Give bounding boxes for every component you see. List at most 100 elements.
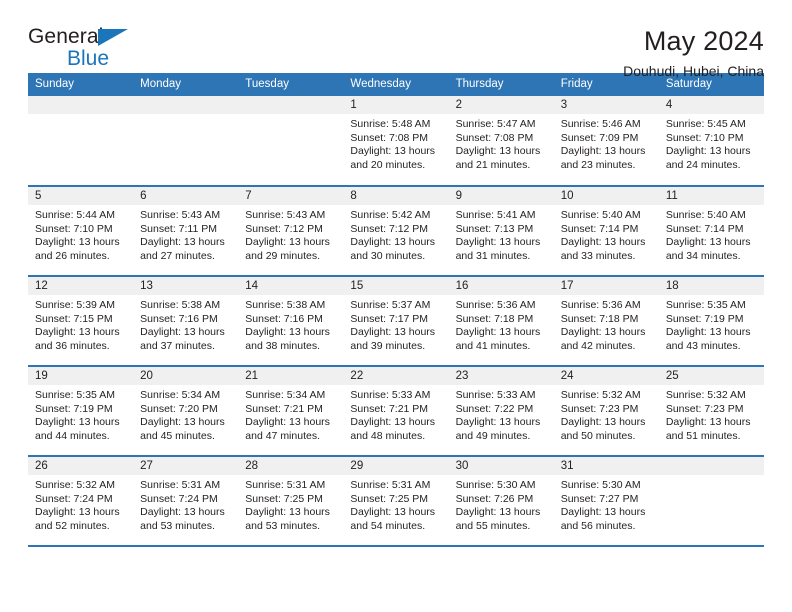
day-number: 20 xyxy=(133,367,239,385)
day-cell-inner: 6 Sunrise: 5:43 AM Sunset: 7:11 PM Daylight… xyxy=(133,187,239,275)
day-details: Sunrise: 5:39 AM Sunset: 7:15 PM Daylight:… xyxy=(28,295,134,365)
sunrise-time: Sunrise: 5:44 AM xyxy=(35,209,115,221)
calendar-day-cell[interactable]: 30 Sunrise: 5:30 AM Sunset: 7:26 PM Dayligh… xyxy=(448,456,554,547)
calendar-cell-empty xyxy=(238,96,344,187)
calendar-day-cell[interactable]: 7 Sunrise: 5:43 AM Sunset: 7:12 PM Daylight… xyxy=(238,186,344,277)
calendar-body: 1 Sunrise: 5:48 AM Sunset: 7:08 PM Daylight… xyxy=(28,96,764,547)
day-number: 2 xyxy=(448,96,554,114)
calendar-day-cell[interactable]: 25 Sunrise: 5:32 AM Sunset: 7:23 PM Dayligh… xyxy=(658,366,764,457)
calendar-day-cell[interactable]: 17 Sunrise: 5:36 AM Sunset: 7:18 PM Dayligh… xyxy=(553,276,659,367)
calendar-day-cell[interactable]: 5 Sunrise: 5:44 AM Sunset: 7:10 PM Daylight… xyxy=(28,186,134,277)
day-number: 1 xyxy=(343,96,449,114)
calendar-day-cell[interactable]: 15 Sunrise: 5:37 AM Sunset: 7:17 PM Dayligh… xyxy=(343,276,449,367)
calendar-day-cell[interactable]: 3 Sunrise: 5:46 AM Sunset: 7:09 PM Daylight… xyxy=(553,96,659,187)
calendar-day-cell[interactable]: 12 Sunrise: 5:39 AM Sunset: 7:15 PM Dayligh… xyxy=(28,276,134,367)
daylight-duration-line-1: Daylight: 13 hours xyxy=(455,145,541,158)
calendar-day-cell[interactable]: 14 Sunrise: 5:38 AM Sunset: 7:16 PM Dayligh… xyxy=(238,276,344,367)
calendar-day-cell[interactable]: 11 Sunrise: 5:40 AM Sunset: 7:14 PM Dayligh… xyxy=(658,186,764,277)
day-details xyxy=(133,114,239,184)
calendar-day-cell[interactable]: 6 Sunrise: 5:43 AM Sunset: 7:11 PM Daylight… xyxy=(133,186,239,277)
day-details: Sunrise: 5:48 AM Sunset: 7:08 PM Daylight:… xyxy=(343,114,449,184)
daylight-duration-line-2: and 26 minutes. xyxy=(35,249,110,262)
day-header-wednesday: Wednesday xyxy=(343,73,449,96)
day-cell-inner: 26 Sunrise: 5:32 AM Sunset: 7:24 PM Dayligh… xyxy=(28,457,134,545)
calendar-day-cell[interactable]: 16 Sunrise: 5:36 AM Sunset: 7:18 PM Dayligh… xyxy=(448,276,554,367)
day-number: 10 xyxy=(553,187,659,205)
day-cell-inner: 31 Sunrise: 5:30 AM Sunset: 7:27 PM Dayligh… xyxy=(553,457,659,545)
calendar-day-cell[interactable]: 1 Sunrise: 5:48 AM Sunset: 7:08 PM Daylight… xyxy=(343,96,449,187)
calendar-day-cell[interactable]: 31 Sunrise: 5:30 AM Sunset: 7:27 PM Dayligh… xyxy=(553,456,659,547)
calendar-cell-empty xyxy=(133,96,239,187)
day-number: 15 xyxy=(343,277,449,295)
general-blue-logo[interactable]: General Blue xyxy=(28,26,148,69)
day-cell-inner: 30 Sunrise: 5:30 AM Sunset: 7:26 PM Dayligh… xyxy=(448,457,554,545)
day-cell-inner: 25 Sunrise: 5:32 AM Sunset: 7:23 PM Dayligh… xyxy=(658,367,764,455)
day-number: 16 xyxy=(448,277,554,295)
daylight-duration-line-2: and 53 minutes. xyxy=(140,519,215,532)
calendar-day-cell[interactable]: 22 Sunrise: 5:33 AM Sunset: 7:21 PM Dayligh… xyxy=(343,366,449,457)
day-details: Sunrise: 5:35 AM Sunset: 7:19 PM Daylight:… xyxy=(28,385,134,455)
calendar-day-cell[interactable]: 21 Sunrise: 5:34 AM Sunset: 7:21 PM Dayligh… xyxy=(238,366,344,457)
daylight-duration-line-2: and 45 minutes. xyxy=(140,429,215,442)
day-cell-inner: 12 Sunrise: 5:39 AM Sunset: 7:15 PM Dayligh… xyxy=(28,277,134,365)
day-details xyxy=(238,114,344,184)
calendar-week-row: 26 Sunrise: 5:32 AM Sunset: 7:24 PM Dayligh… xyxy=(28,456,764,547)
calendar-cell-empty xyxy=(28,96,134,187)
daylight-duration-line-2: and 36 minutes. xyxy=(35,339,110,352)
page-title: May 2024 xyxy=(643,26,764,56)
day-cell-inner: 10 Sunrise: 5:40 AM Sunset: 7:14 PM Dayligh… xyxy=(553,187,659,275)
sunset-time: Sunset: 7:22 PM xyxy=(455,402,534,415)
day-number: 18 xyxy=(658,277,764,295)
day-cell-inner: 14 Sunrise: 5:38 AM Sunset: 7:16 PM Dayligh… xyxy=(238,277,344,365)
daylight-duration-line-1: Daylight: 13 hours xyxy=(455,326,541,339)
sunset-time: Sunset: 7:18 PM xyxy=(560,312,639,325)
day-details: Sunrise: 5:47 AM Sunset: 7:08 PM Daylight:… xyxy=(448,114,554,184)
day-number: 5 xyxy=(28,187,134,205)
calendar-day-cell[interactable]: 23 Sunrise: 5:33 AM Sunset: 7:22 PM Dayligh… xyxy=(448,366,554,457)
daylight-duration-line-1: Daylight: 13 hours xyxy=(455,416,541,429)
calendar-day-cell[interactable]: 20 Sunrise: 5:34 AM Sunset: 7:20 PM Dayligh… xyxy=(133,366,239,457)
calendar-day-cell[interactable]: 13 Sunrise: 5:38 AM Sunset: 7:16 PM Dayligh… xyxy=(133,276,239,367)
daylight-duration-line-1: Daylight: 13 hours xyxy=(245,326,330,339)
day-number: 23 xyxy=(448,367,554,385)
sunrise-time: Sunrise: 5:42 AM xyxy=(350,209,431,221)
calendar-day-cell[interactable]: 8 Sunrise: 5:42 AM Sunset: 7:12 PM Daylight… xyxy=(343,186,449,277)
daylight-duration-line-1: Daylight: 13 hours xyxy=(560,506,646,519)
day-details: Sunrise: 5:35 AM Sunset: 7:19 PM Daylight:… xyxy=(658,295,764,365)
sunrise-time: Sunrise: 5:35 AM xyxy=(665,299,746,311)
calendar-day-cell[interactable]: 9 Sunrise: 5:41 AM Sunset: 7:13 PM Daylight… xyxy=(448,186,554,277)
day-number: 26 xyxy=(28,457,134,475)
calendar-day-cell[interactable]: 4 Sunrise: 5:45 AM Sunset: 7:10 PM Daylight… xyxy=(658,96,764,187)
sunset-time: Sunset: 7:11 PM xyxy=(140,222,217,235)
sunrise-time: Sunrise: 5:31 AM xyxy=(140,479,221,491)
day-cell-inner: 20 Sunrise: 5:34 AM Sunset: 7:20 PM Dayligh… xyxy=(133,367,239,455)
sunset-time: Sunset: 7:14 PM xyxy=(665,222,744,235)
sunrise-time: Sunrise: 5:35 AM xyxy=(35,389,115,401)
calendar-day-cell[interactable]: 19 Sunrise: 5:35 AM Sunset: 7:19 PM Dayligh… xyxy=(28,366,134,457)
daylight-duration-line-1: Daylight: 13 hours xyxy=(350,145,436,158)
sunrise-time: Sunrise: 5:30 AM xyxy=(455,479,536,491)
calendar-day-cell[interactable]: 2 Sunrise: 5:47 AM Sunset: 7:08 PM Daylight… xyxy=(448,96,554,187)
day-details: Sunrise: 5:37 AM Sunset: 7:17 PM Daylight:… xyxy=(343,295,449,365)
daylight-duration-line-2: and 23 minutes. xyxy=(560,158,636,171)
day-details: Sunrise: 5:32 AM Sunset: 7:23 PM Daylight:… xyxy=(553,385,659,455)
day-details xyxy=(28,114,134,184)
calendar-day-cell[interactable]: 10 Sunrise: 5:40 AM Sunset: 7:14 PM Dayligh… xyxy=(553,186,659,277)
sunset-time: Sunset: 7:13 PM xyxy=(455,222,534,235)
day-number: 21 xyxy=(238,367,344,385)
calendar-day-cell[interactable]: 24 Sunrise: 5:32 AM Sunset: 7:23 PM Dayligh… xyxy=(553,366,659,457)
sunrise-time: Sunrise: 5:33 AM xyxy=(350,389,431,401)
day-number: 12 xyxy=(28,277,134,295)
sunrise-time: Sunrise: 5:32 AM xyxy=(665,389,746,401)
day-details: Sunrise: 5:36 AM Sunset: 7:18 PM Daylight:… xyxy=(448,295,554,365)
calendar-day-cell[interactable]: 29 Sunrise: 5:31 AM Sunset: 7:25 PM Dayligh… xyxy=(343,456,449,547)
calendar-day-cell[interactable]: 28 Sunrise: 5:31 AM Sunset: 7:25 PM Dayligh… xyxy=(238,456,344,547)
day-cell-inner: 17 Sunrise: 5:36 AM Sunset: 7:18 PM Dayligh… xyxy=(553,277,659,365)
calendar-day-cell[interactable]: 18 Sunrise: 5:35 AM Sunset: 7:19 PM Dayligh… xyxy=(658,276,764,367)
day-details: Sunrise: 5:45 AM Sunset: 7:10 PM Daylight:… xyxy=(658,114,764,184)
calendar-day-cell[interactable]: 27 Sunrise: 5:31 AM Sunset: 7:24 PM Dayligh… xyxy=(133,456,239,547)
day-cell-inner: 22 Sunrise: 5:33 AM Sunset: 7:21 PM Dayligh… xyxy=(343,367,449,455)
sunset-time: Sunset: 7:18 PM xyxy=(455,312,534,325)
day-number: 14 xyxy=(238,277,344,295)
calendar-day-cell[interactable]: 26 Sunrise: 5:32 AM Sunset: 7:24 PM Dayligh… xyxy=(28,456,134,547)
